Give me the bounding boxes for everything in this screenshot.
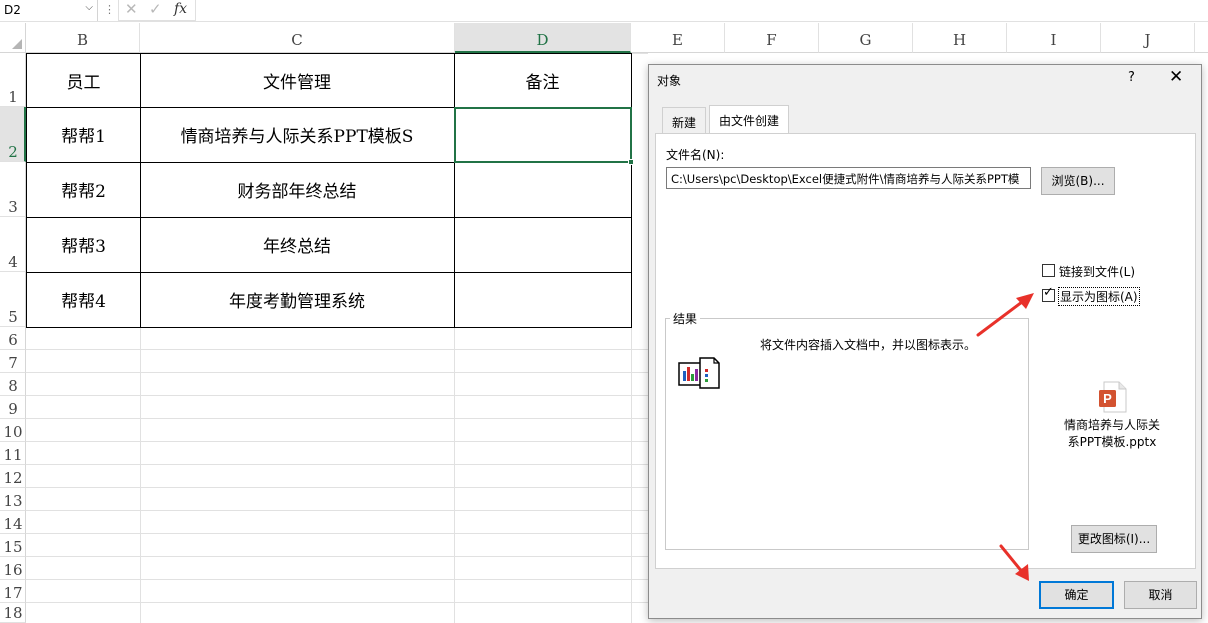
column-header-e[interactable]: E [631, 23, 725, 53]
column-header-g[interactable]: G [819, 23, 913, 53]
row-header-17[interactable]: 17 [0, 580, 26, 603]
header-cell-file[interactable]: 文件管理 [140, 53, 455, 108]
result-legend: 结果 [670, 310, 701, 327]
chevron-down-icon[interactable]: ⌵ [85, 2, 93, 13]
tab-panel: 文件名(N): C:\Users\pc\Desktop\Excel便捷式附件\情… [655, 133, 1196, 569]
check-icon[interactable]: ✓ [149, 0, 162, 18]
formula-actions: ✕ ✓ fx [118, 0, 196, 21]
table-cell-employee[interactable]: 帮帮1 [26, 107, 141, 163]
powerpoint-file-icon: P [1098, 381, 1128, 416]
vertical-ellipsis-icon: ⋮ [104, 3, 115, 16]
table-cell-employee[interactable]: 帮帮3 [26, 217, 141, 273]
browse-button[interactable]: 浏览(B)... [1041, 167, 1115, 195]
filename-label: 文件名(N): [666, 148, 725, 162]
column-header-k[interactable] [1195, 23, 1208, 53]
checkmark-icon: ✓ [1043, 285, 1054, 300]
row-header-10[interactable]: 10 [0, 419, 26, 442]
close-icon[interactable]: ✕ [1169, 67, 1183, 87]
formula-input[interactable] [198, 0, 1208, 21]
tab-create-new[interactable]: 新建 [662, 107, 706, 133]
table-cell-file[interactable]: 情商培养与人际关系PPT模板S [140, 107, 455, 163]
row-header-16[interactable]: 16 [0, 557, 26, 580]
cancel-button[interactable]: 取消 [1124, 581, 1197, 609]
header-cell-employee[interactable]: 员工 [26, 53, 141, 108]
change-icon-button[interactable]: 更改图标(I)... [1071, 525, 1157, 553]
row-header-14[interactable]: 14 [0, 511, 26, 534]
column-header-b[interactable]: B [26, 23, 140, 53]
column-header-i[interactable]: I [1007, 23, 1101, 53]
row-header-13[interactable]: 13 [0, 488, 26, 511]
row-header-5[interactable]: 5 [0, 272, 26, 327]
link-to-file-label[interactable]: 链接到文件(L) [1059, 263, 1135, 280]
name-box-value: D2 [4, 3, 21, 17]
row-header-4[interactable]: 4 [0, 217, 26, 272]
row-header-12[interactable]: 12 [0, 465, 26, 488]
table-cell-file[interactable]: 年度考勤管理系统 [140, 272, 455, 328]
table-cell-employee[interactable]: 帮帮4 [26, 272, 141, 328]
table-cell-employee[interactable]: 帮帮2 [26, 162, 141, 218]
row-header-15[interactable]: 15 [0, 534, 26, 557]
object-dialog: 对象 ? ✕ 新建 由文件创建 文件名(N): C:\Users\pc\Desk… [648, 64, 1202, 619]
display-as-icon-label[interactable]: 显示为图标(A) [1058, 287, 1140, 306]
column-header-d[interactable]: D [455, 23, 631, 53]
table-cell-file[interactable]: 年终总结 [140, 217, 455, 273]
row-header-8[interactable]: 8 [0, 373, 26, 396]
help-icon[interactable]: ? [1128, 70, 1135, 85]
fx-icon[interactable]: fx [174, 1, 187, 17]
icon-caption: 情商培养与人际关 系PPT模板.pptx [1063, 418, 1160, 449]
annotation-arrow [999, 544, 1029, 581]
row-header-2[interactable]: 2 [0, 107, 26, 162]
row-header-9[interactable]: 9 [0, 396, 26, 419]
column-header-j[interactable]: J [1101, 23, 1195, 53]
column-header-c[interactable]: C [140, 23, 455, 53]
column-header-h[interactable]: H [913, 23, 1007, 53]
row-header-18[interactable]: 18 [0, 603, 26, 623]
formula-bar: D2 ⌵ ⋮ ✕ ✓ fx [0, 0, 1208, 22]
document-with-chart-icon [678, 355, 722, 394]
tab-create-from-file[interactable]: 由文件创建 [709, 105, 789, 134]
close-icon[interactable]: ✕ [125, 0, 138, 18]
row-header-3[interactable]: 3 [0, 162, 26, 217]
table-cell-file[interactable]: 财务部年终总结 [140, 162, 455, 218]
header-cell-note[interactable]: 备注 [454, 53, 632, 108]
column-header-f[interactable]: F [725, 23, 819, 53]
annotation-arrow [976, 293, 1034, 337]
link-to-file-checkbox[interactable] [1042, 264, 1055, 277]
select-all-corner[interactable] [0, 23, 26, 53]
active-cell-selection [454, 107, 632, 163]
table-cell-note[interactable] [454, 162, 632, 218]
ok-button[interactable]: 确定 [1039, 581, 1114, 609]
table-cell-note[interactable] [454, 272, 632, 328]
fill-handle[interactable] [628, 159, 634, 165]
result-description: 将文件内容插入文档中，并以图标表示。 [760, 338, 977, 352]
row-header-6[interactable]: 6 [0, 327, 26, 350]
name-box[interactable]: D2 ⌵ [0, 0, 98, 21]
row-header-11[interactable]: 11 [0, 442, 26, 465]
filename-input[interactable]: C:\Users\pc\Desktop\Excel便捷式附件\情商培养与人际关系… [666, 167, 1031, 189]
row-header-1[interactable]: 1 [0, 53, 26, 107]
dialog-title: 对象 [657, 74, 682, 88]
table-cell-note[interactable] [454, 217, 632, 273]
svg-text:P: P [1103, 391, 1112, 406]
row-header-7[interactable]: 7 [0, 350, 26, 373]
